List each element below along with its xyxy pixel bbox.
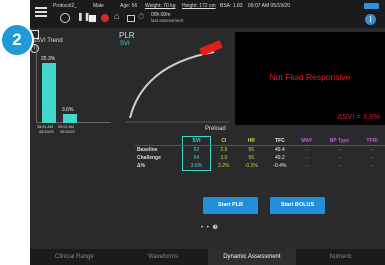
trend-bar-label: 3.6% <box>62 107 74 114</box>
cell: -- <box>305 155 309 161</box>
table-header-tpri: TPRI <box>359 136 385 146</box>
row-label: Challenge <box>137 155 161 161</box>
start-bolus-button[interactable]: Start BOLUS <box>270 197 325 214</box>
stop-icon[interactable] <box>89 15 96 22</box>
table-header-hr: HR <box>236 136 266 146</box>
cell: -- <box>305 163 309 170</box>
table-row: Baseline 52 2.9 56 49.4 -- -- -- <box>135 145 385 154</box>
bottom-tab-bar: Clinical Range Waveforms Dynamic Assessm… <box>30 249 385 265</box>
table-header <box>135 136 183 146</box>
cell: 52 <box>182 145 211 154</box>
trend-x-date: 05/19/20 <box>60 130 75 134</box>
home-icon[interactable]: ⌂ <box>114 11 119 21</box>
info-icon[interactable]: i <box>365 14 376 25</box>
patient-bsa: BSA: 1.83 <box>220 3 243 9</box>
table-header-bp-type: BP Type <box>319 136 360 146</box>
patient-weight[interactable]: Weight: 70 kg <box>145 3 175 9</box>
cell: 2.2% <box>218 163 230 170</box>
cell: -- <box>337 147 342 153</box>
battery-icon <box>364 3 379 9</box>
record-button[interactable] <box>60 13 70 23</box>
trend-title: ΔSVI Trend <box>32 38 63 44</box>
trend-bar <box>42 63 56 123</box>
cell: -- <box>370 147 374 153</box>
start-plr-button[interactable]: Start PLR <box>203 197 258 214</box>
trend-bar-label: 25.3% <box>41 56 56 62</box>
cell: -0.4% <box>273 163 287 170</box>
cell: 3.0 <box>220 155 228 161</box>
cell: -- <box>305 147 309 153</box>
cell: 2.9 <box>220 147 228 153</box>
row-label: Δ% <box>137 163 146 170</box>
table-row: Challenge 54 3.0 56 49.2 -- -- -- <box>135 154 385 162</box>
table-row: Δ% 3.6% 2.2% -0.3% -0.4% -- -- -- <box>135 162 385 171</box>
plr-curve <box>129 51 215 119</box>
cell: -- <box>337 155 342 161</box>
table-header-map: MAP <box>294 136 320 146</box>
cell: -- <box>370 163 374 170</box>
timer-icon[interactable]: ⏱ <box>138 12 144 22</box>
cell: -- <box>370 155 374 161</box>
cell: 3.6% <box>182 162 211 171</box>
fluid-response-panel: Not Fluid Responsive ΔSVI = 3.6% <box>235 32 385 125</box>
step-number-badge: 2 <box>0 23 34 57</box>
table-header-row: SVI CI HR TFC MAP BP Type TPRI <box>135 136 385 146</box>
last-assessment-label: last assessment <box>151 18 184 23</box>
fluid-response-message: Not Fluid Responsive <box>269 72 351 82</box>
snapshot-icon[interactable] <box>127 15 135 22</box>
patient-height[interactable]: Height: 172 cm <box>182 3 216 9</box>
patient-age: Age: 56 <box>120 3 138 9</box>
cell: 56 <box>248 155 255 161</box>
row-label: Baseline <box>137 147 158 153</box>
cell: 49.4 <box>275 147 285 153</box>
tab-numeric[interactable]: Numeric <box>296 249 385 265</box>
tab-dynamic-assessment[interactable]: Dynamic Assessment <box>207 249 297 265</box>
plr-curve-chart <box>126 40 230 123</box>
patient-sex: Male <box>93 3 104 9</box>
preload-label: Preload <box>205 126 226 132</box>
trend-bar <box>63 114 77 123</box>
cell: 49.2 <box>275 155 285 161</box>
trend-x-time: 09:02 AM <box>58 125 75 129</box>
cell: 56 <box>248 147 255 153</box>
cell: -0.3% <box>244 163 258 170</box>
table-header-tfc: TFC <box>265 136 295 146</box>
table-header-svi: SVI <box>182 136 211 146</box>
tab-clinical-range[interactable]: Clinical Range <box>30 249 119 265</box>
cell: -- <box>337 163 342 170</box>
cell: 54 <box>182 154 211 162</box>
date-time: 09:07 AM 05/19/20 <box>248 3 290 9</box>
page-indicator[interactable]: • • ❸ <box>201 224 219 231</box>
current-page-dot: ❸ <box>212 225 219 231</box>
trend-x-time: 08:51 AM <box>37 125 54 129</box>
page-dots[interactable]: • • <box>201 225 213 231</box>
delta-svi-value: ΔSVI = 3.6% <box>337 112 380 121</box>
parameter-table: SVI CI HR TFC MAP BP Type TPRI Baseline … <box>135 136 385 171</box>
alarm-icon[interactable] <box>101 14 109 22</box>
trend-x-date: 05/19/20 <box>39 130 54 134</box>
hamburger-menu-icon[interactable] <box>35 7 47 17</box>
monitor-screen: Protocol2_ Male Age: 56 Weight: 70 kg He… <box>30 0 385 265</box>
tab-waveforms[interactable]: Waveforms <box>119 249 208 265</box>
patient-id[interactable]: Protocol2_ <box>53 3 77 9</box>
top-bar: Protocol2_ Male Age: 56 Weight: 70 kg He… <box>30 0 385 28</box>
table-header-ci: CI <box>210 136 237 146</box>
